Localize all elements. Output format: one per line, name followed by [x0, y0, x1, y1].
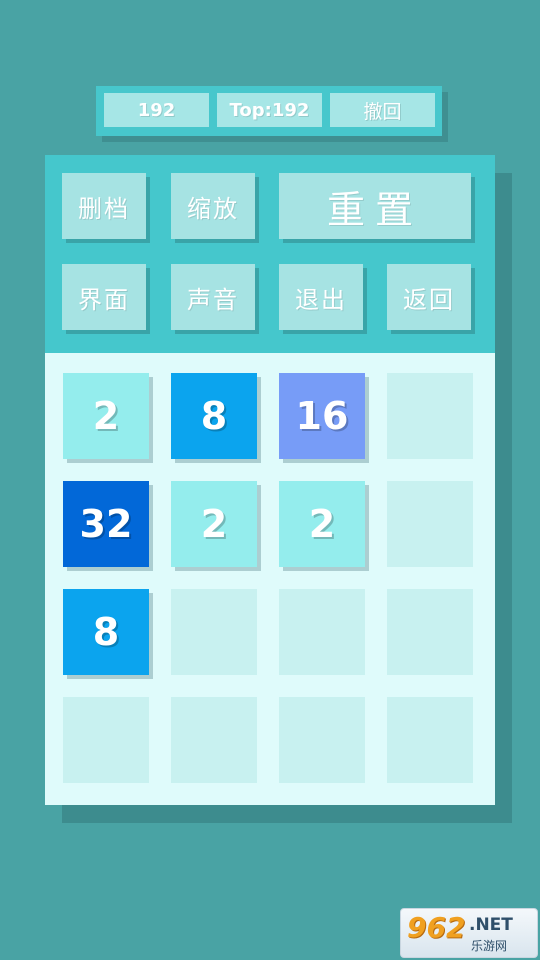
- tile-16: 16: [279, 373, 365, 459]
- tile-8: 8: [63, 589, 149, 675]
- sound-button[interactable]: 声音: [171, 264, 255, 330]
- empty-cell: [387, 589, 473, 675]
- exit-button[interactable]: 退出: [279, 264, 363, 330]
- back-button[interactable]: 返回: [387, 264, 471, 330]
- undo-button[interactable]: 撤回: [330, 93, 435, 127]
- current-score: 192: [104, 93, 209, 127]
- delete-save-button[interactable]: 删档: [62, 173, 146, 239]
- menu-area: 删档 缩放 重置 界面 声音 退出 返回: [45, 155, 495, 353]
- tile-2: 2: [63, 373, 149, 459]
- watermark-subtitle: 乐游网: [471, 939, 508, 953]
- tile-32: 32: [63, 481, 149, 567]
- tile-2: 2: [279, 481, 365, 567]
- site-watermark: 962 .NET 乐游网: [400, 908, 538, 958]
- zoom-button[interactable]: 缩放: [171, 173, 255, 239]
- score-bar: 192 Top:192 撤回: [96, 86, 442, 136]
- empty-cell: [387, 697, 473, 783]
- interface-button[interactable]: 界面: [62, 264, 146, 330]
- empty-cell: [171, 697, 257, 783]
- watermark-number: 962: [407, 911, 466, 944]
- empty-cell: [171, 589, 257, 675]
- empty-cell: [387, 373, 473, 459]
- empty-cell: [387, 481, 473, 567]
- game-panel: 删档 缩放 重置 界面 声音 退出 返回 2 8 16 32 2 2 8: [45, 155, 495, 805]
- tile-8: 8: [171, 373, 257, 459]
- empty-cell: [279, 697, 365, 783]
- tile-2: 2: [171, 481, 257, 567]
- reset-button[interactable]: 重置: [279, 173, 471, 239]
- top-score: Top:192: [217, 93, 322, 127]
- empty-cell: [279, 589, 365, 675]
- empty-cell: [63, 697, 149, 783]
- watermark-suffix: .NET: [469, 915, 513, 935]
- game-board[interactable]: 2 8 16 32 2 2 8: [45, 353, 495, 805]
